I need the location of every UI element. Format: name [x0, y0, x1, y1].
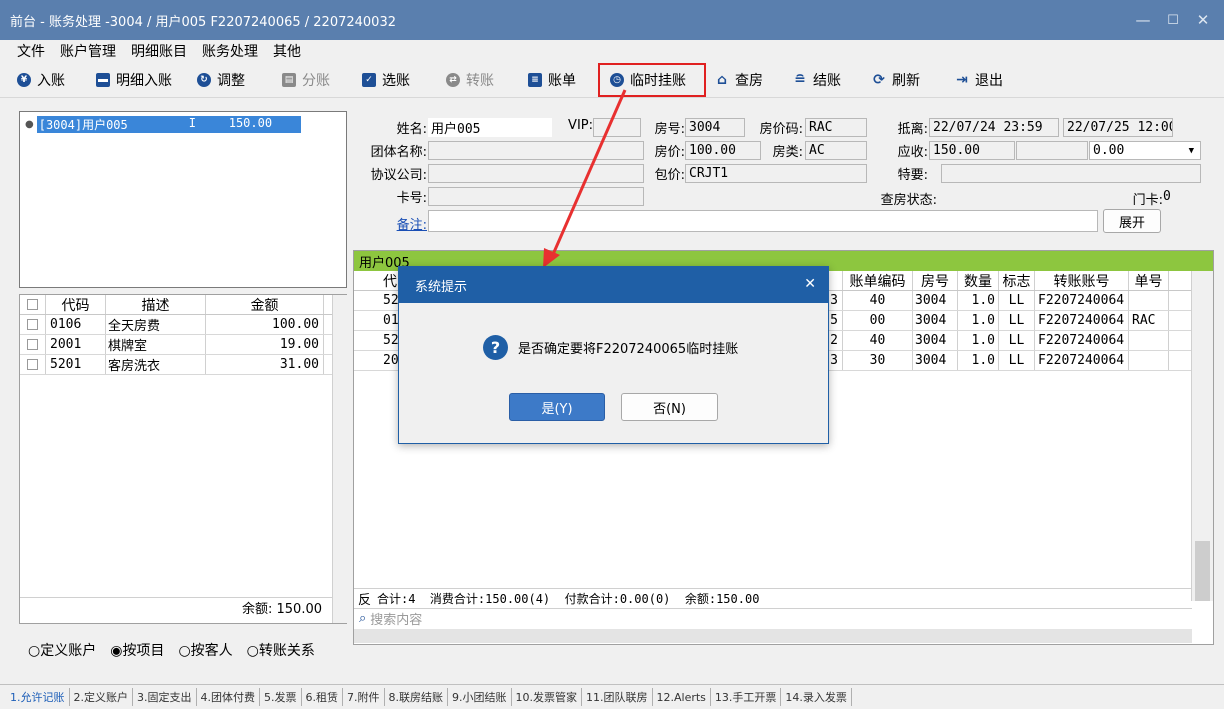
tab-13[interactable]: 13.手工开票 — [711, 688, 782, 706]
tab-5[interactable]: 5.发票 — [260, 688, 302, 706]
confirm-dialog: 系统提示 ✕ ? 是否确定要将F2207240065临时挂账 是(Y) 否(N) — [398, 266, 829, 444]
tab-7[interactable]: 7.附件 — [343, 688, 385, 706]
tab-3[interactable]: 3.固定支出 — [133, 688, 197, 706]
tab-6[interactable]: 6.租赁 — [302, 688, 343, 706]
no-button[interactable]: 否(N) — [621, 393, 718, 421]
tab-11[interactable]: 11.团队联房 — [582, 688, 653, 706]
tab-10[interactable]: 10.发票管家 — [512, 688, 582, 706]
tab-8[interactable]: 8.联房结账 — [385, 688, 448, 706]
bottom-tabs: 1.允许记账 2.定义账户 3.固定支出 4.团体付费 5.发票 6.租赁 7.附件 8.联房… — [0, 684, 1224, 709]
dialog-message-row: ? 是否确定要将F2207240065临时挂账 — [483, 335, 738, 360]
dialog-header: 系统提示 ✕ — [399, 267, 828, 303]
tab-9[interactable]: 9.小团结账 — [448, 688, 512, 706]
tab-12[interactable]: 12.Alerts — [653, 688, 711, 706]
tab-14[interactable]: 14.录入发票 — [781, 688, 852, 706]
question-icon: ? — [483, 335, 508, 360]
dialog-message: 是否确定要将F2207240065临时挂账 — [518, 342, 739, 357]
tab-4[interactable]: 4.团体付费 — [197, 688, 260, 706]
dialog-close-icon[interactable]: ✕ — [804, 276, 816, 292]
yes-button[interactable]: 是(Y) — [509, 393, 605, 421]
tab-2[interactable]: 2.定义账户 — [70, 688, 133, 706]
tab-1[interactable]: 1.允许记账 — [6, 688, 70, 706]
dialog-title: 系统提示 — [415, 279, 468, 295]
